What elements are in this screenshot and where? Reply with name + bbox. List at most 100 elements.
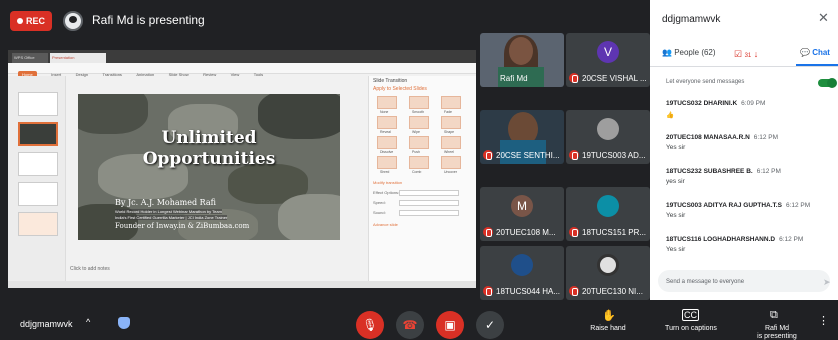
ribbon-tab: Animation — [136, 72, 155, 77]
ribbon-tab: Review — [203, 72, 217, 77]
participant-name: 20CSE SENTHI... — [496, 151, 560, 160]
leave-call-button[interactable]: ☎ — [396, 311, 424, 339]
transition-option — [377, 156, 397, 169]
presenter-icon[interactable]: ⧉ — [770, 309, 778, 322]
allow-messages-label: Let everyone send messages — [666, 79, 745, 85]
chat-icon: 💬 — [800, 48, 813, 57]
transition-option — [377, 136, 397, 149]
message-time: 6:12 PM — [785, 202, 811, 209]
slide-thumbnail — [18, 122, 58, 146]
slide-title: Opportunities — [142, 149, 276, 169]
transition-label: None — [380, 110, 389, 114]
slide-thumbnail — [18, 92, 58, 116]
close-icon[interactable]: ✕ — [818, 10, 829, 26]
slide-text: World Record Holder in Longest Webinar M… — [115, 209, 222, 214]
participant-name: 18TUCS151 PR... — [582, 228, 647, 237]
mic-off-icon — [569, 73, 579, 83]
mic-toggle-button[interactable]: 🎙 — [356, 311, 384, 339]
transition-option — [441, 156, 461, 169]
message-text: Yes sir — [666, 246, 686, 253]
transition-option — [377, 116, 397, 129]
participant-avatar: V — [597, 41, 619, 63]
transition-label: Wheel — [444, 150, 454, 154]
sound-field — [399, 210, 459, 216]
ribbon-tab: View — [230, 72, 240, 77]
mic-off-icon — [483, 286, 493, 296]
participant-name: 20CSE VISHAL ... — [582, 74, 647, 83]
transition-label: Uncover — [444, 170, 458, 174]
message-sender: 18TUCS116 LOGHADHARSHANN.D 6:12 PM — [666, 236, 803, 243]
hang-up-icon: ☎ — [402, 318, 418, 332]
transition-label: Shape — [444, 130, 455, 134]
present-button[interactable]: ✓ — [476, 311, 504, 339]
sound-label: Sound: — [373, 210, 386, 215]
message-sender: 20TUEC108 MANASAA.R.N 6:12 PM — [666, 134, 778, 141]
status-bar — [8, 281, 476, 288]
check-icon: ✓ — [484, 318, 496, 332]
people-icon: 👥 — [662, 48, 675, 57]
presenter-label[interactable]: Rafi Md — [752, 325, 802, 332]
recording-badge: REC — [10, 11, 52, 31]
mic-off-icon — [483, 227, 493, 237]
participant-tile: 18TUCS151 PR... — [566, 187, 650, 241]
main-slide: Unlimited Opportunities By Jc. A.J. Moha… — [78, 94, 340, 240]
effect-options-field — [399, 190, 459, 196]
more-options-icon[interactable]: ⋮ — [818, 314, 829, 327]
transition-option — [409, 96, 429, 109]
participant-tile: 20CSE SENTHI... — [480, 110, 564, 164]
shield-icon[interactable] — [118, 317, 130, 329]
effect-options-label: Effect Options: — [373, 190, 400, 195]
message-text: yes sir — [666, 178, 685, 185]
camera-off-icon: ▣ — [444, 318, 456, 332]
pane-title: Slide Transition — [373, 78, 408, 84]
presenter-sub-label: is presenting — [757, 333, 797, 340]
slide-thumbnail — [18, 212, 58, 236]
message-sender: 19TUCS003 ADITYA RAJ GUPTHA.T.S 6:12 PM — [666, 202, 810, 209]
transition-option — [441, 96, 461, 109]
advance-label: Advance slide — [373, 222, 398, 227]
message-text: 👍 — [666, 112, 675, 119]
meeting-details[interactable]: ddjgmamwvk — [20, 319, 73, 329]
slide-text: India's First Certified Guerrilla Market… — [115, 215, 228, 220]
transition-label: Dissolve — [380, 150, 394, 154]
chevron-up-icon[interactable]: ^ — [86, 317, 90, 327]
message-time: 6:09 PM — [741, 100, 766, 107]
mic-off-icon — [483, 150, 493, 160]
camera-toggle-button[interactable]: ▣ — [436, 311, 464, 339]
meeting-code: ddjgmamwvk — [662, 14, 721, 25]
message-time: 6:12 PM — [779, 236, 804, 243]
notes-placeholder: Click to add notes — [70, 266, 110, 272]
transition-label: Wipe — [412, 130, 420, 134]
pane-apply-label: Apply to Selected Slides — [373, 86, 427, 92]
chat-tab[interactable]: 💬 Chat — [800, 48, 830, 57]
captions-label[interactable]: Turn on captions — [656, 325, 726, 332]
participant-tile: 19TUCS003 AD... — [566, 110, 650, 164]
participant-name: 20TUEC130 NI... — [582, 287, 643, 296]
people-tab[interactable]: 👥 People (62) — [662, 48, 716, 57]
activities-tab[interactable]: ☑ 31 ↓ — [734, 49, 758, 60]
speed-field — [399, 200, 459, 206]
participant-tile: V 20CSE VISHAL ... — [566, 33, 650, 87]
participant-tile: M 20TUEC108 M... — [480, 187, 564, 241]
transition-option — [441, 136, 461, 149]
divider — [650, 66, 838, 67]
raise-hand-icon[interactable]: ✋ — [602, 309, 616, 322]
modify-label: Modify transition — [373, 180, 403, 185]
message-text: Yes sir — [666, 144, 686, 151]
captions-icon[interactable]: CC — [682, 309, 699, 321]
transition-label: Comb — [412, 170, 422, 174]
mic-off-icon: 🎙 — [362, 318, 378, 332]
participant-tile: 20TUEC130 NI... — [566, 246, 650, 300]
participant-name: 19TUCS003 AD... — [582, 151, 646, 160]
mic-off-icon — [569, 227, 579, 237]
ribbon: Home Insert Design Transitions Animation… — [8, 63, 476, 78]
send-icon[interactable]: ➤ — [823, 277, 831, 288]
slide-thumbnail — [18, 152, 58, 176]
allow-messages-toggle[interactable] — [818, 78, 837, 88]
transition-label: Push — [412, 150, 420, 154]
raise-hand-label[interactable]: Raise hand — [584, 325, 632, 332]
mic-off-icon — [569, 150, 579, 160]
chat-label: Chat — [812, 48, 830, 57]
ribbon-tab: Design — [75, 72, 89, 77]
message-sender: 19TUCS032 DHARINI.K 6:09 PM — [666, 100, 765, 107]
